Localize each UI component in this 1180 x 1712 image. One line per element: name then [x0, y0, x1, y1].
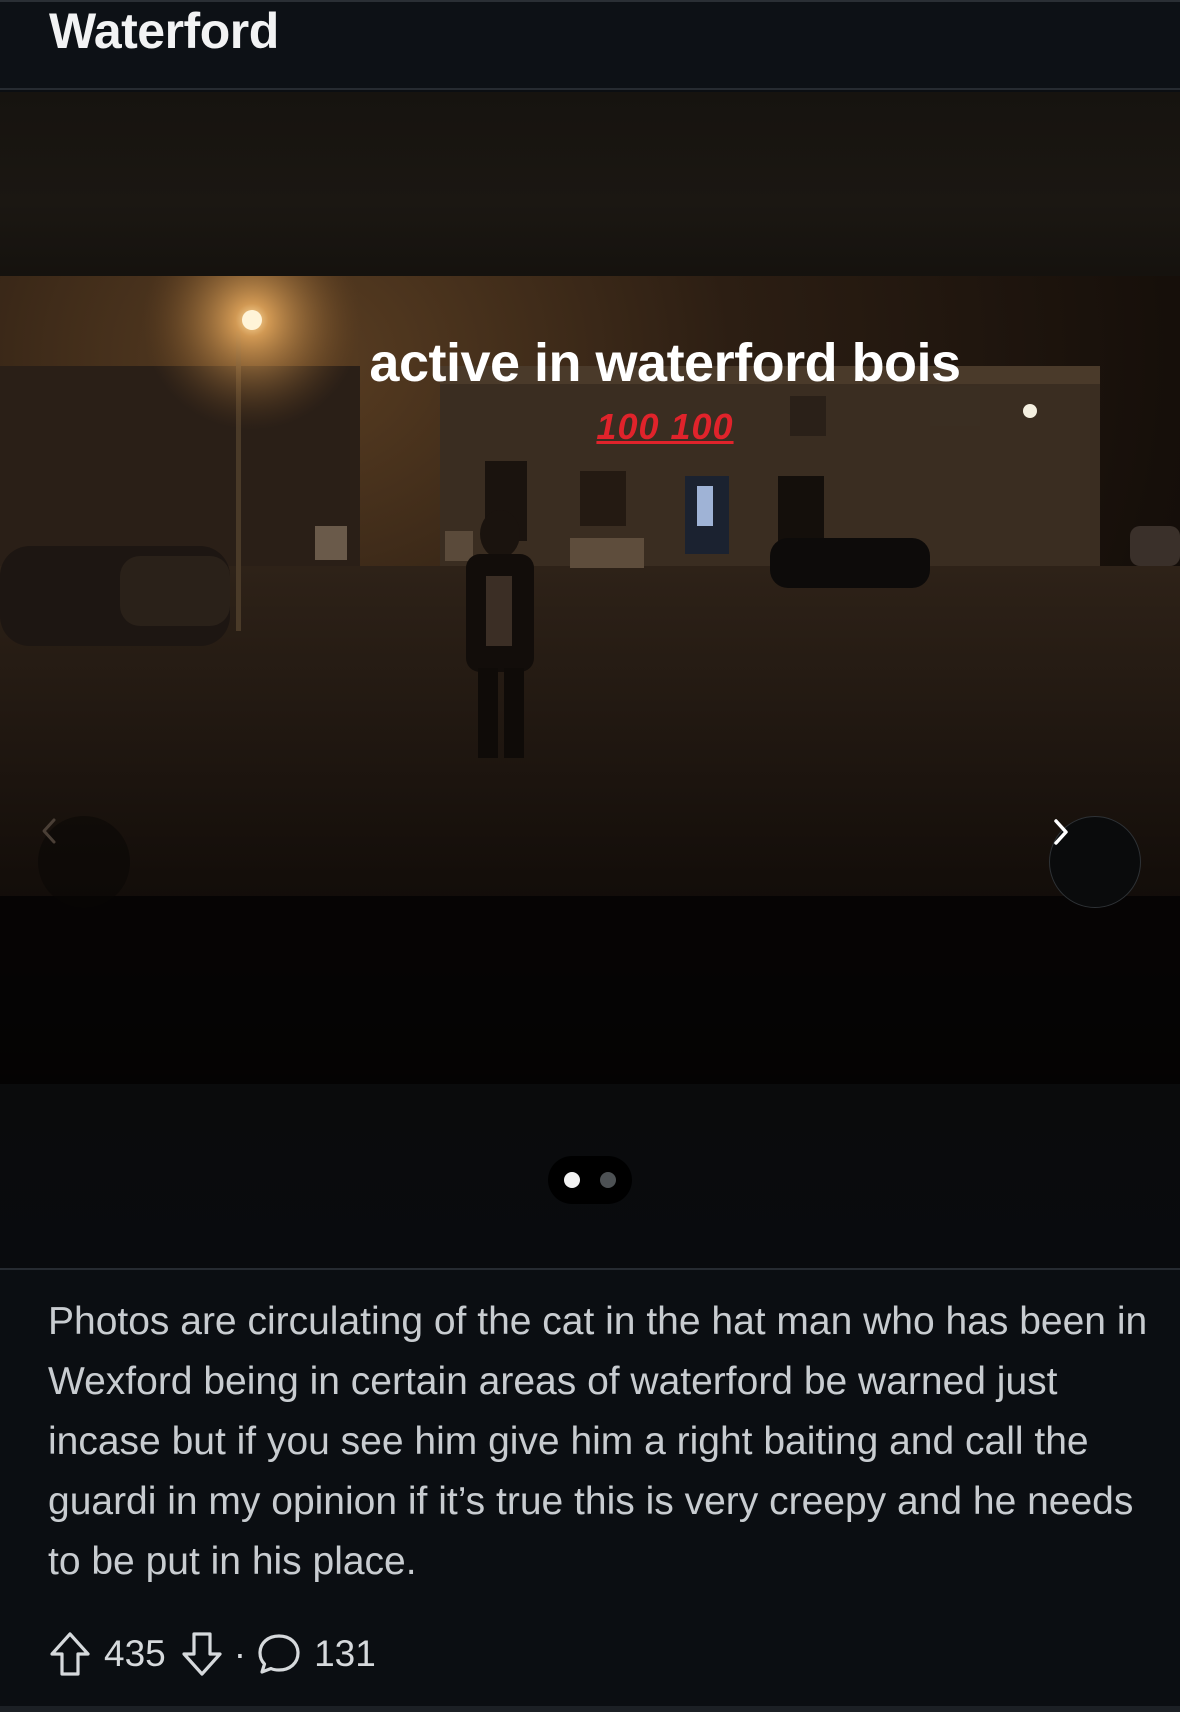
- chevron-right-icon: [1054, 819, 1068, 845]
- chevron-left-icon: [42, 818, 56, 844]
- post-image[interactable]: active in waterford bois 100 100: [0, 276, 1180, 1084]
- upvote-button[interactable]: [48, 1630, 92, 1678]
- downvote-button[interactable]: [180, 1630, 224, 1678]
- comment-count[interactable]: 131: [314, 1633, 376, 1675]
- pagination-dot-active[interactable]: [564, 1172, 580, 1188]
- post-actions: 435 · 131: [48, 1624, 390, 1684]
- media-backdrop-top: [0, 92, 1180, 276]
- header: Waterford: [0, 0, 1180, 90]
- community-title[interactable]: Waterford: [49, 4, 279, 58]
- night-street-scene: [0, 276, 1180, 1084]
- separator-dot: ·: [233, 1633, 247, 1674]
- previous-image-button[interactable]: [38, 816, 130, 908]
- media-gallery[interactable]: active in waterford bois 100 100: [0, 92, 1180, 1268]
- next-image-button[interactable]: [1049, 816, 1141, 908]
- bottom-edge: [0, 1706, 1180, 1712]
- vote-count: 435: [104, 1633, 166, 1674]
- comments-button[interactable]: [256, 1631, 302, 1677]
- divider: [0, 1268, 1180, 1270]
- pagination-dot[interactable]: [600, 1172, 616, 1188]
- image-caption-overlay: active in waterford bois: [369, 333, 961, 393]
- gallery-pagination: [548, 1156, 632, 1204]
- arrow-up-icon: [50, 1632, 90, 1676]
- hundred-points-emoji: 100 100: [596, 406, 734, 447]
- speech-bubble-icon: [258, 1634, 300, 1674]
- post-body: Photos are circulating of the cat in the…: [48, 1300, 1148, 1583]
- arrow-down-icon: [182, 1632, 222, 1676]
